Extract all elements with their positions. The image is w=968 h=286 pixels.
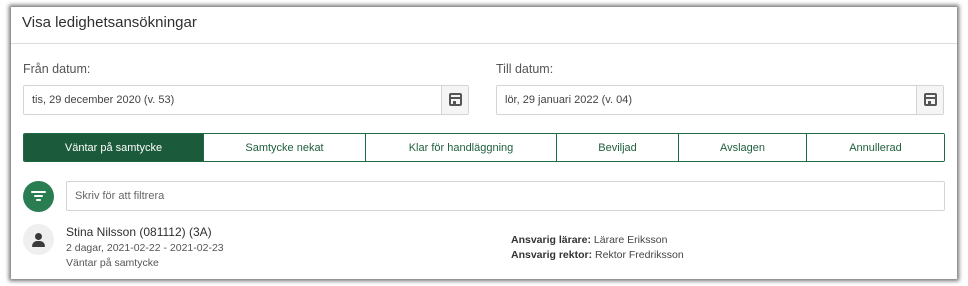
tab-consent-denied[interactable]: Samtycke nekat	[204, 134, 366, 161]
principal-name: Rektor Fredriksson	[595, 249, 684, 261]
from-date-field[interactable]: tis, 29 december 2020 (v. 53)	[23, 85, 469, 115]
application-status: Väntar på samtycke	[66, 257, 159, 269]
list-item[interactable]: Stina Nilsson (081112) (3A) 2 dagar, 202…	[66, 225, 224, 269]
to-date-value[interactable]: lör, 29 januari 2022 (v. 04)	[505, 94, 632, 106]
panel-header: Visa ledighetsansökningar	[11, 7, 957, 44]
leave-applications-panel: Visa ledighetsansökningar Från datum: ti…	[11, 7, 957, 279]
principal-label: Ansvarig rektor:	[511, 249, 593, 261]
applicant-name[interactable]: Stina Nilsson (081112) (3A)	[66, 225, 224, 239]
tab-ready-for-processing[interactable]: Klar för handläggning	[366, 134, 557, 161]
status-tabs: Väntar på samtycke Samtycke nekat Klar f…	[23, 133, 945, 162]
teacher-name: Lärare Eriksson	[593, 234, 668, 246]
filter-icon	[31, 191, 46, 202]
from-date-label: Från datum:	[23, 62, 91, 76]
from-date-picker-button[interactable]	[441, 86, 468, 114]
calendar-icon[interactable]	[924, 93, 937, 106]
to-date-picker-button[interactable]	[916, 86, 943, 114]
avatar	[23, 224, 54, 255]
calendar-icon[interactable]	[449, 93, 462, 106]
from-date-value[interactable]: tis, 29 december 2020 (v. 53)	[32, 94, 174, 106]
tab-approved[interactable]: Beviljad	[557, 134, 679, 161]
filter-input[interactable]	[66, 181, 945, 211]
person-icon	[35, 233, 42, 240]
filter-button[interactable]	[23, 181, 54, 212]
responsible-info: Ansvarig lärare: Lärare Eriksson Ansvari…	[511, 233, 684, 263]
application-dates: 2 dagar, 2021-02-22 - 2021-02-23	[66, 242, 224, 254]
tab-rejected[interactable]: Avslagen	[679, 134, 807, 161]
page-title: Visa ledighetsansökningar	[22, 14, 197, 31]
teacher-label: Ansvarig lärare:	[511, 234, 591, 246]
to-date-field[interactable]: lör, 29 januari 2022 (v. 04)	[496, 85, 944, 115]
tab-waiting-for-consent[interactable]: Väntar på samtycke	[24, 134, 204, 161]
tab-cancelled[interactable]: Annullerad	[807, 134, 944, 161]
to-date-label: Till datum:	[496, 62, 554, 76]
